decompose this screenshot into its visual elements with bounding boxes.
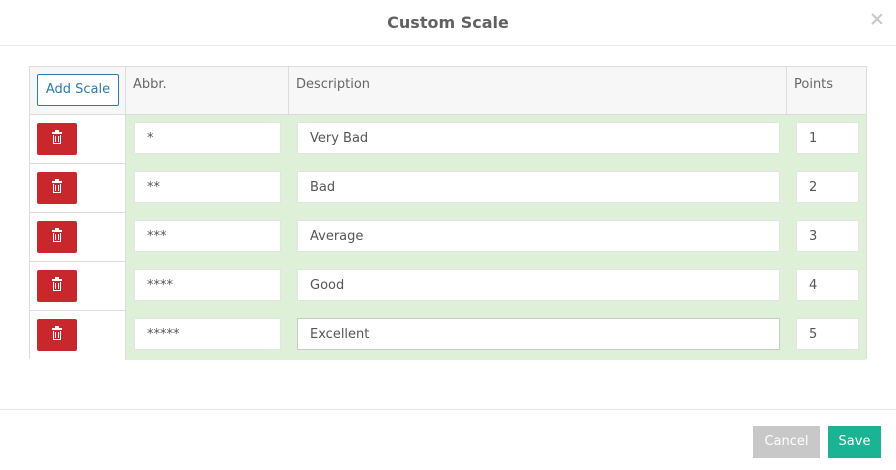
- row-fields: [126, 262, 866, 311]
- header-abbr: Abbr.: [126, 67, 289, 114]
- table-row: [30, 115, 866, 164]
- abbr-input[interactable]: [134, 171, 281, 203]
- header-points: Points: [794, 77, 834, 92]
- trash-icon: [52, 228, 62, 243]
- table-row: [30, 262, 866, 311]
- row-actions: [30, 262, 126, 311]
- delete-button[interactable]: [37, 270, 77, 302]
- description-input[interactable]: [297, 220, 780, 252]
- points-input[interactable]: [796, 122, 859, 154]
- table-row: [30, 164, 866, 213]
- scale-table: Add Scale Abbr. Description Points: [29, 66, 867, 360]
- row-actions: [30, 115, 126, 164]
- points-input[interactable]: [796, 269, 859, 301]
- table-header: Add Scale Abbr. Description Points: [30, 67, 866, 115]
- description-input[interactable]: [297, 171, 780, 203]
- row-fields: [126, 311, 866, 360]
- trash-icon: [52, 277, 62, 292]
- row-actions: [30, 311, 126, 360]
- delete-button[interactable]: [37, 172, 77, 204]
- row-fields: [126, 213, 866, 262]
- delete-button[interactable]: [37, 319, 77, 351]
- abbr-input[interactable]: [134, 220, 281, 252]
- abbr-input[interactable]: [134, 269, 281, 301]
- abbr-input[interactable]: [134, 122, 281, 154]
- abbr-input[interactable]: [134, 318, 281, 350]
- description-input[interactable]: [297, 318, 780, 350]
- cancel-button[interactable]: Cancel: [753, 426, 820, 458]
- points-input[interactable]: [796, 171, 859, 203]
- row-fields: [126, 164, 866, 213]
- points-input[interactable]: [796, 220, 859, 252]
- points-input[interactable]: [796, 318, 859, 350]
- row-actions: [30, 164, 126, 213]
- trash-icon: [52, 326, 62, 341]
- table-row: [30, 213, 866, 262]
- trash-icon: [52, 130, 62, 145]
- header-actions: Add Scale: [30, 67, 126, 114]
- description-input[interactable]: [297, 122, 780, 154]
- add-scale-button[interactable]: Add Scale: [37, 74, 119, 106]
- delete-button[interactable]: [37, 221, 77, 253]
- description-input[interactable]: [297, 269, 780, 301]
- header-description: Description: [289, 67, 787, 114]
- close-icon[interactable]: [870, 12, 884, 26]
- save-button[interactable]: Save: [828, 426, 881, 458]
- table-row: [30, 311, 866, 360]
- modal-title: Custom Scale: [387, 13, 509, 32]
- modal-header: Custom Scale: [0, 0, 896, 46]
- delete-button[interactable]: [37, 123, 77, 155]
- modal-footer: Cancel Save: [0, 409, 896, 470]
- trash-icon: [52, 179, 62, 194]
- row-actions: [30, 213, 126, 262]
- row-fields: [126, 115, 866, 164]
